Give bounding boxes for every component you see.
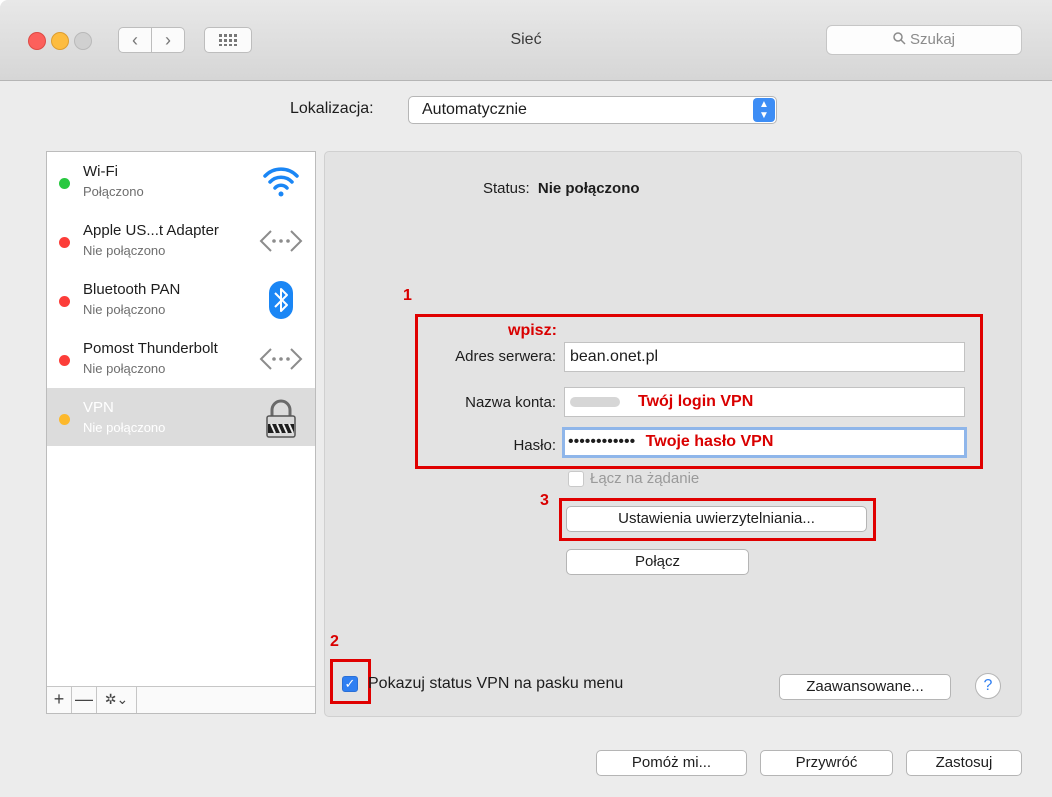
- service-item-bluetooth-pan[interactable]: Bluetooth PAN Nie połączono: [47, 270, 315, 328]
- service-item-wifi[interactable]: Wi-Fi Połączono: [47, 152, 315, 210]
- checkmark-icon: ✓: [344, 676, 356, 691]
- server-address-field[interactable]: bean.onet.pl: [564, 342, 965, 372]
- status-value: Nie połączono: [537, 180, 640, 197]
- search-field[interactable]: Szukaj: [826, 25, 1022, 55]
- gear-menu-button[interactable]: ✲⌄: [97, 687, 137, 713]
- annotation-password-hint: Twoje hasło VPN: [645, 433, 774, 450]
- status-dot: [59, 414, 70, 425]
- password-dots: ••••••••••••: [568, 433, 636, 450]
- lock-icon: [266, 399, 296, 438]
- status-dot: [59, 355, 70, 366]
- ethernet-icon: [259, 230, 303, 252]
- password-field[interactable]: •••••••••••• Twoje hasło VPN: [562, 427, 967, 458]
- account-name-field[interactable]: Twój login VPN: [564, 387, 965, 417]
- service-item-apple-usb-adapter[interactable]: Apple US...t Adapter Nie połączono: [47, 211, 315, 269]
- server-label: Adres serwera:: [455, 348, 556, 365]
- service-name: Pomost Thunderbolt: [83, 340, 218, 357]
- service-status: Nie połączono: [83, 243, 166, 258]
- service-item-thunderbolt-bridge[interactable]: Pomost Thunderbolt Nie połączono: [47, 329, 315, 387]
- service-status: Połączono: [83, 184, 144, 199]
- help-button[interactable]: ?: [975, 673, 1001, 699]
- blurred-account-value: [570, 396, 620, 407]
- service-name: Wi-Fi: [83, 163, 118, 180]
- annotation-login-hint: Twój login VPN: [638, 393, 754, 410]
- connect-on-demand-checkbox[interactable]: [568, 471, 584, 487]
- annotation-number-1: 1: [403, 287, 412, 304]
- show-vpn-status-checkbox[interactable]: ✓: [342, 676, 358, 692]
- service-name: Apple US...t Adapter: [83, 222, 219, 239]
- account-label: Nazwa konta:: [465, 394, 556, 411]
- apply-button[interactable]: Zastosuj: [906, 750, 1022, 776]
- annotation-number-2: 2: [330, 633, 339, 650]
- add-service-button[interactable]: +: [47, 687, 72, 713]
- service-name: VPN: [83, 399, 114, 416]
- status-dot: [59, 296, 70, 307]
- bluetooth-icon: [269, 281, 293, 319]
- location-value: Automatycznie: [422, 101, 527, 118]
- server-address-value: bean.onet.pl: [570, 348, 659, 365]
- annotation-enter: wpisz:: [508, 322, 557, 339]
- service-name: Bluetooth PAN: [83, 281, 181, 298]
- connect-on-demand-label: Łącz na żądanie: [590, 470, 700, 487]
- connect-button[interactable]: Połącz: [566, 549, 749, 575]
- status-dot: [59, 237, 70, 248]
- location-label: Lokalizacja:: [290, 100, 374, 117]
- remove-service-button[interactable]: —: [72, 687, 97, 713]
- location-select[interactable]: Automatycznie ▲ ▼: [408, 96, 777, 124]
- service-status: Nie połączono: [83, 361, 166, 376]
- assist-me-button[interactable]: Pomóż mi...: [596, 750, 747, 776]
- gear-icon: ✲⌄: [104, 691, 129, 707]
- service-list: Wi-Fi Połączono Apple US...t Adapter Nie…: [46, 151, 316, 714]
- search-icon: [893, 32, 906, 45]
- select-arrows-icon: ▲ ▼: [753, 98, 775, 122]
- vpn-status: Status: Nie połączono: [483, 180, 640, 197]
- service-status: Nie połączono: [83, 302, 166, 317]
- show-vpn-status-label: Pokazuj status VPN na pasku menu: [368, 675, 624, 692]
- revert-button[interactable]: Przywróć: [760, 750, 893, 776]
- network-preferences-window: ‹ › Sieć Szukaj Lokalizacja: Automatyczn…: [0, 0, 1052, 797]
- status-label: Status:: [483, 180, 530, 197]
- wifi-icon: [263, 167, 299, 197]
- service-list-toolbar: + — ✲⌄: [47, 686, 315, 713]
- password-label: Hasło:: [513, 437, 556, 454]
- thunderbolt-bridge-icon: [259, 348, 303, 370]
- annotation-number-3: 3: [540, 492, 549, 509]
- service-item-vpn[interactable]: VPN Nie połączono: [47, 388, 315, 446]
- search-placeholder: Szukaj: [909, 31, 956, 48]
- title-bar: ‹ › Sieć Szukaj: [0, 0, 1052, 81]
- auth-settings-button[interactable]: Ustawienia uwierzytelniania...: [566, 506, 867, 532]
- service-status: Nie połączono: [83, 420, 166, 435]
- status-dot: [59, 178, 70, 189]
- advanced-button[interactable]: Zaawansowane...: [779, 674, 951, 700]
